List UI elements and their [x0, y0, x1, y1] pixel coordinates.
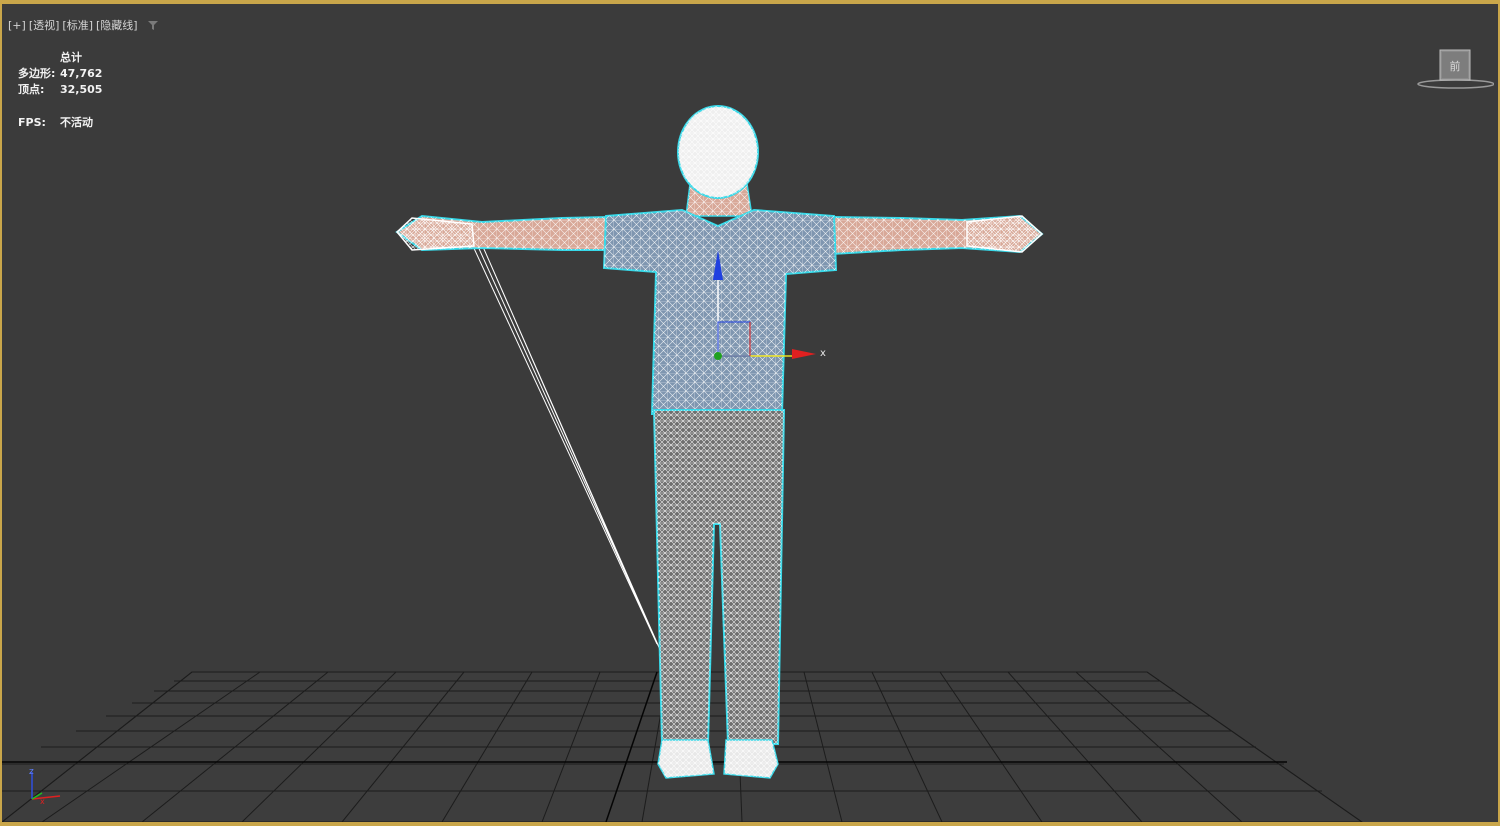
filter-icon[interactable] [147, 19, 159, 31]
viewport-scene[interactable]: x z x [2, 4, 1500, 826]
viewport-label-menu: [+] [透视] [标准] [隐藏线] [8, 17, 159, 33]
vertices-label: 顶点: [18, 83, 45, 96]
svg-text:x: x [40, 797, 45, 806]
fps-value: 不活动 [60, 116, 93, 129]
viewport-statistics: 总计 多边形: 47,762 顶点: 32,505 FPS: 不活动 [18, 50, 102, 131]
gizmo-y-axis [714, 352, 722, 360]
gizmo-x-label: x [820, 348, 826, 359]
polygons-value: 47,762 [60, 67, 103, 80]
viewport-point-of-view-menu[interactable]: [透视] [29, 17, 60, 33]
viewcube-face-label: 前 [1450, 59, 1461, 73]
gizmo-x-arrow [792, 349, 816, 359]
viewport-general-menu[interactable]: [+] [8, 19, 26, 32]
polygons-label: 多边形: [18, 67, 56, 80]
viewcube-compass-ring[interactable] [1417, 79, 1494, 89]
viewcube[interactable]: 前 [1414, 48, 1494, 92]
vertices-value: 32,505 [60, 83, 103, 96]
3d-viewport[interactable]: x z x [+] [透视] [标准] [隐藏线] 总计 多边形: 47,762 … [0, 0, 1500, 826]
viewport-display-mode-menu[interactable]: [隐藏线] [96, 17, 138, 33]
viewport-shading-menu[interactable]: [标准] [62, 17, 93, 33]
stats-header: 总计 [60, 51, 82, 64]
fps-label: FPS: [18, 116, 46, 129]
svg-text:z: z [29, 767, 34, 777]
